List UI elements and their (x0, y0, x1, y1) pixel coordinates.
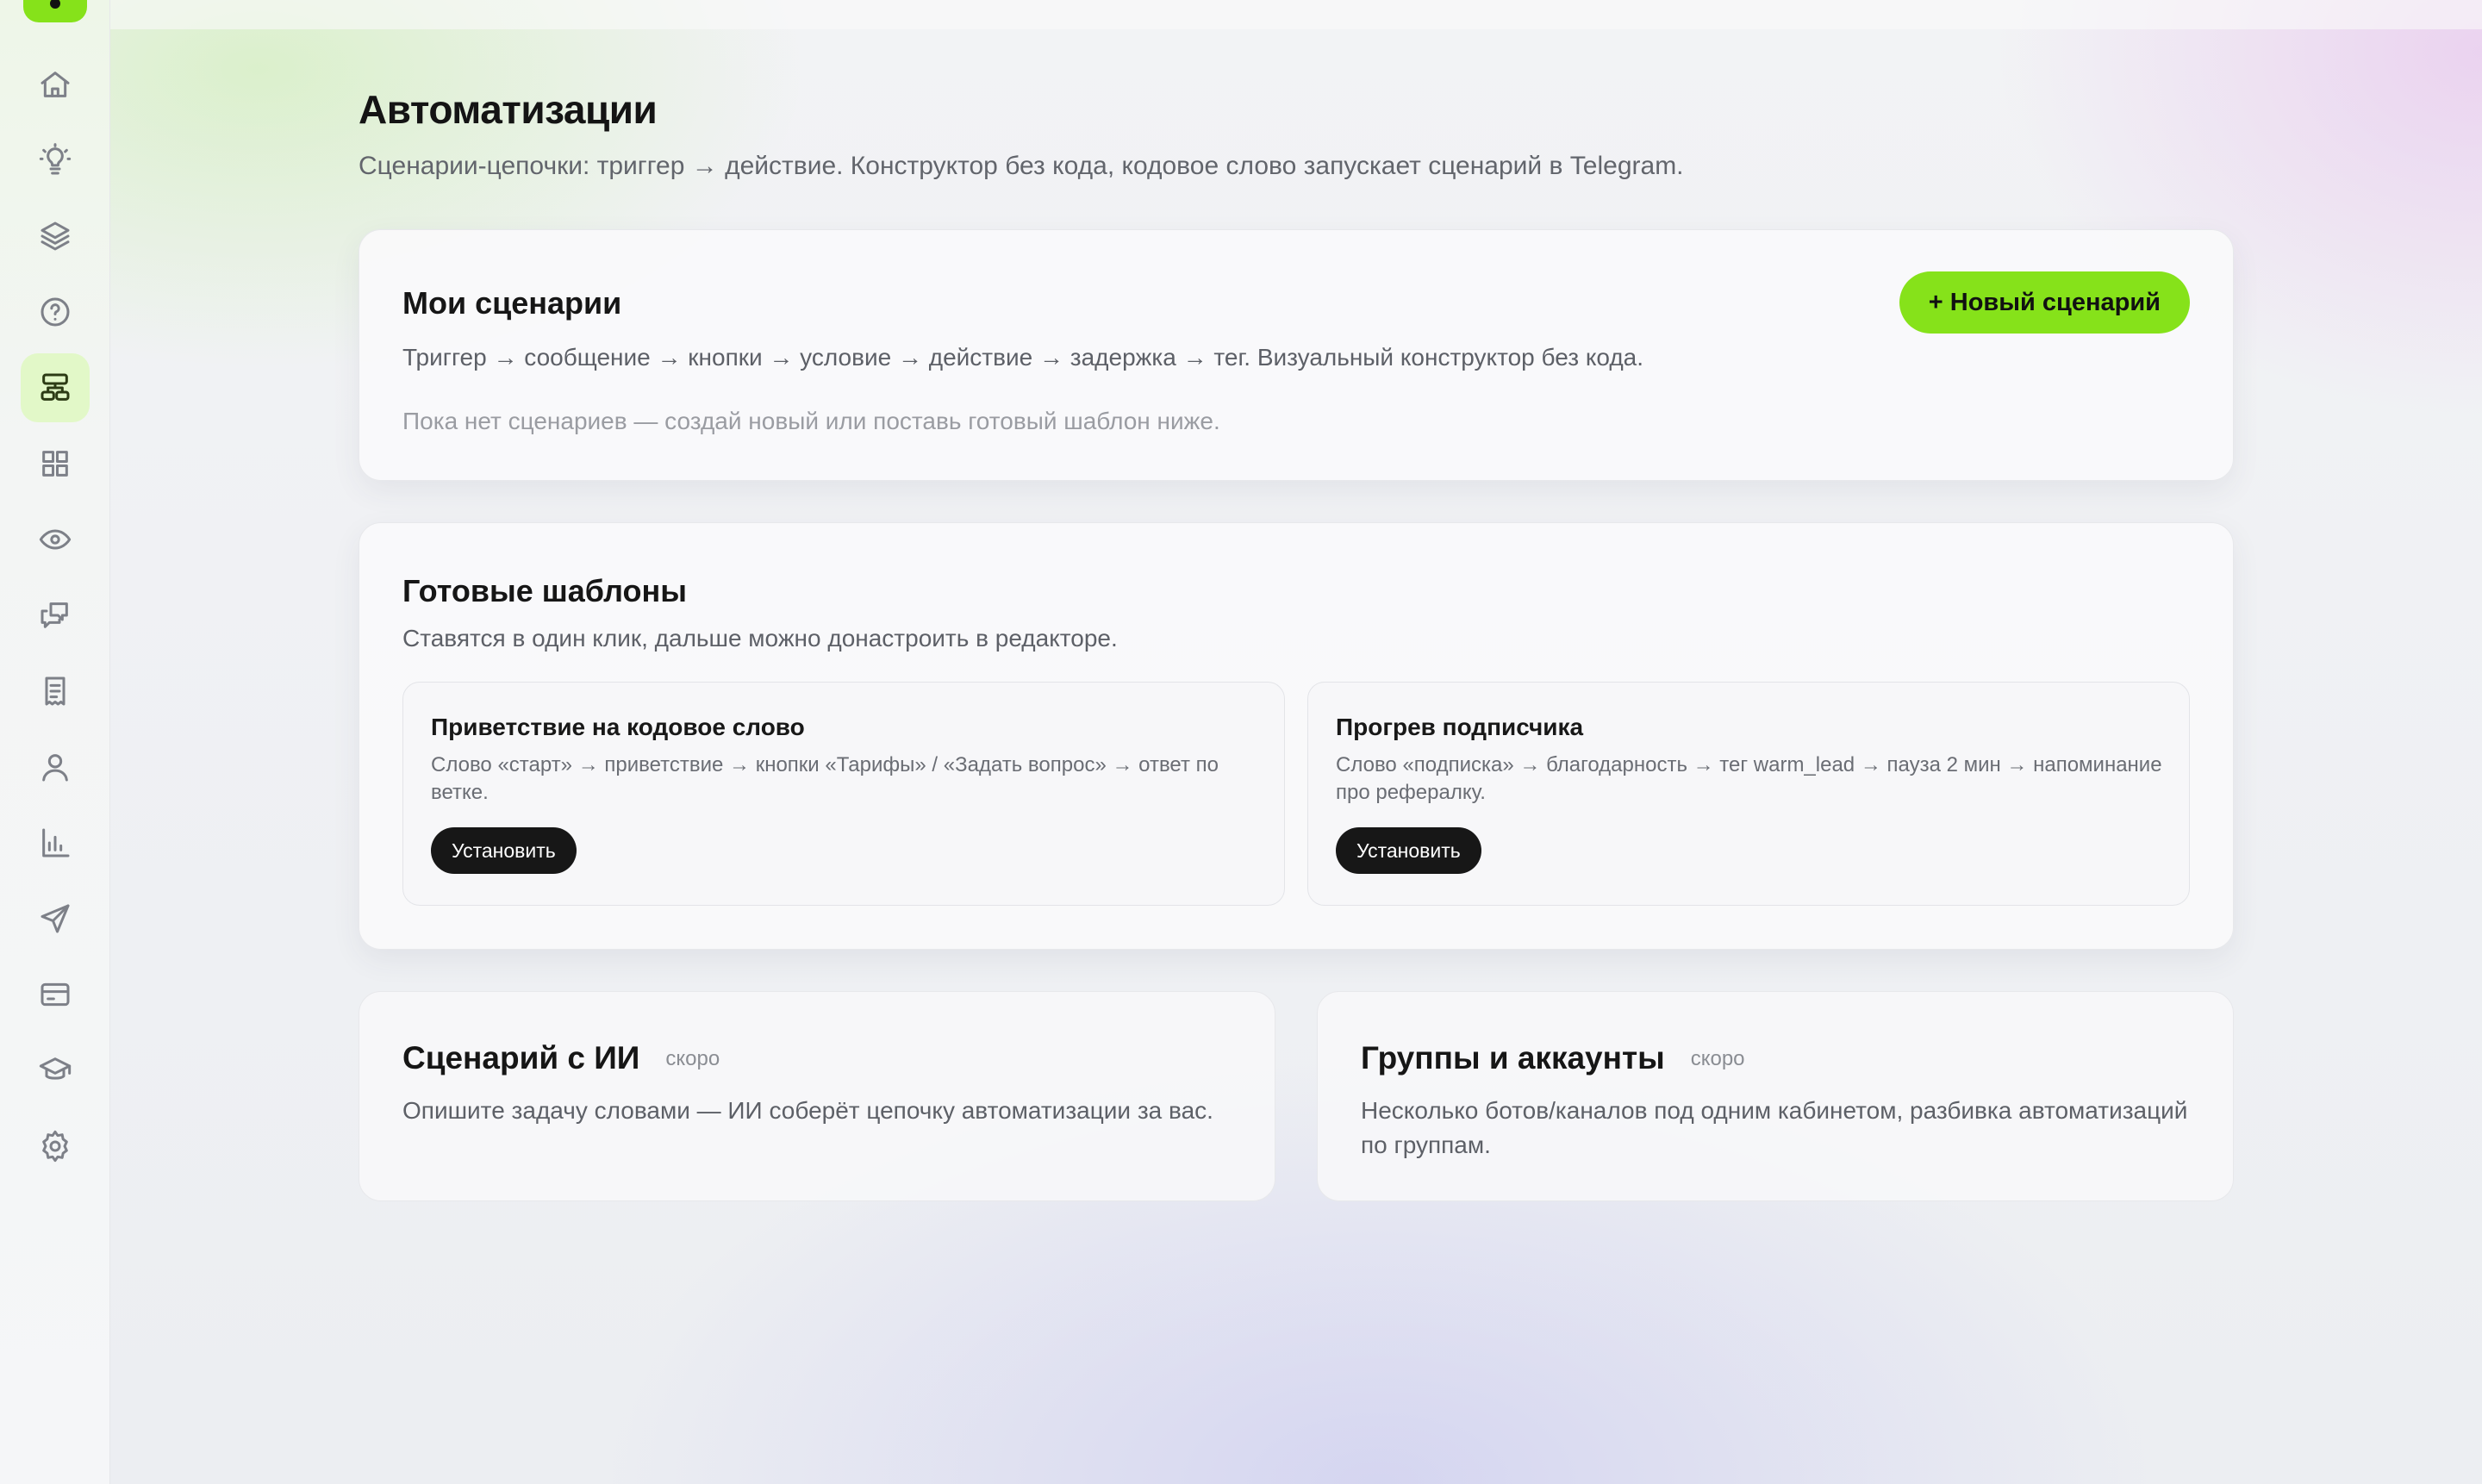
send-icon (41, 904, 70, 933)
graduation-cap-icon (39, 1057, 72, 1080)
credit-card-icon (41, 982, 70, 1007)
templates-title: Готовые шаблоны (402, 573, 687, 608)
template-title: Прогрев подписчика (1336, 714, 1584, 740)
feature-title-text: Сценарий с ИИ (402, 1040, 640, 1076)
feature-title: Группы и аккаунты скоро (1361, 1040, 1745, 1076)
help-circle-icon (41, 297, 70, 327)
soon-badge: скоро (1690, 1047, 1745, 1070)
user-icon (42, 754, 68, 782)
page-subtitle: Сценарии-цепочки: триггер → действие. Ко… (359, 152, 1684, 180)
install-button[interactable]: Установить (1336, 827, 1481, 874)
sidebar-item-settings[interactable] (21, 1112, 90, 1181)
receipt-icon (45, 677, 65, 706)
sidebar-item-automations[interactable] (21, 353, 90, 422)
main-content: Автоматизации Сценарии-цепочки: триггер … (359, 86, 2234, 1201)
feature-description: Опишите задачу словами — ИИ соберёт цепо… (402, 1097, 1213, 1124)
template-description: Слово «старт» → приветствие → кнопки «Та… (431, 753, 1219, 804)
sidebar-item-users[interactable] (21, 733, 90, 801)
bar-chart-icon (42, 828, 70, 857)
lightbulb-icon (39, 143, 72, 175)
template-card-warmup: Прогрев подписчика Слово «подписка» → бл… (1307, 682, 2190, 906)
sidebar-item-home[interactable] (21, 50, 90, 119)
logo[interactable] (23, 0, 87, 22)
sidebar-item-payments[interactable] (21, 960, 90, 1029)
sidebar-item-courses[interactable] (21, 1036, 90, 1105)
layers-icon (41, 221, 70, 251)
home-icon (41, 72, 70, 97)
sidebar-item-ideas[interactable] (21, 126, 90, 195)
soon-badge: скоро (665, 1047, 720, 1070)
feature-title-text: Группы и аккаунты (1361, 1040, 1665, 1076)
workflow-icon (41, 373, 70, 401)
sidebar-item-layers[interactable] (21, 202, 90, 271)
top-strip (110, 0, 2482, 29)
empty-state-text: Пока нет сценариев — создай новый или по… (402, 408, 1220, 434)
my-scenarios-description: Триггер → сообщение → кнопки → условие →… (402, 344, 1644, 371)
my-scenarios-title: Мои сценарии (402, 285, 622, 321)
install-button[interactable]: Установить (431, 827, 577, 874)
sidebar-item-orders[interactable] (21, 657, 90, 726)
sidebar-item-apps[interactable] (21, 429, 90, 498)
templates-description: Ставятся в один клик, дальше можно донас… (402, 625, 1118, 652)
feature-card-ai-scenario: Сценарий с ИИ скоро Опишите задачу словам… (359, 991, 1275, 1201)
template-title: Приветствие на кодовое слово (431, 714, 805, 740)
new-scenario-button[interactable]: + Новый сценарий (1899, 271, 2190, 334)
sidebar-item-help[interactable] (21, 277, 90, 346)
eye-icon (39, 529, 72, 550)
sidebar-item-preview[interactable] (21, 505, 90, 574)
feature-card-groups: Группы и аккаунты скоро Несколько ботов/к… (1317, 991, 2234, 1201)
sidebar (0, 0, 110, 1484)
template-card-greeting: Приветствие на кодовое слово Слово «стар… (402, 682, 1285, 906)
feature-title: Сценарий с ИИ скоро (402, 1040, 720, 1076)
sidebar-item-messages[interactable] (21, 581, 90, 650)
sidebar-item-analytics[interactable] (21, 808, 90, 877)
sidebar-item-broadcasts[interactable] (21, 884, 90, 953)
my-scenarios-card: Мои сценарии + Новый сценарий Триггер → … (359, 229, 2234, 481)
template-description: Слово «подписка» → благодарность → тег w… (1336, 753, 2162, 804)
grid-icon (42, 451, 68, 477)
settings-icon (42, 1130, 68, 1163)
page-title: Автоматизации (359, 87, 658, 132)
templates-card: Готовые шаблоны Ставятся в один клик, да… (359, 522, 2234, 950)
chat-icon (41, 602, 68, 628)
feature-description: Несколько ботов/каналов под одним кабине… (1361, 1097, 2188, 1158)
